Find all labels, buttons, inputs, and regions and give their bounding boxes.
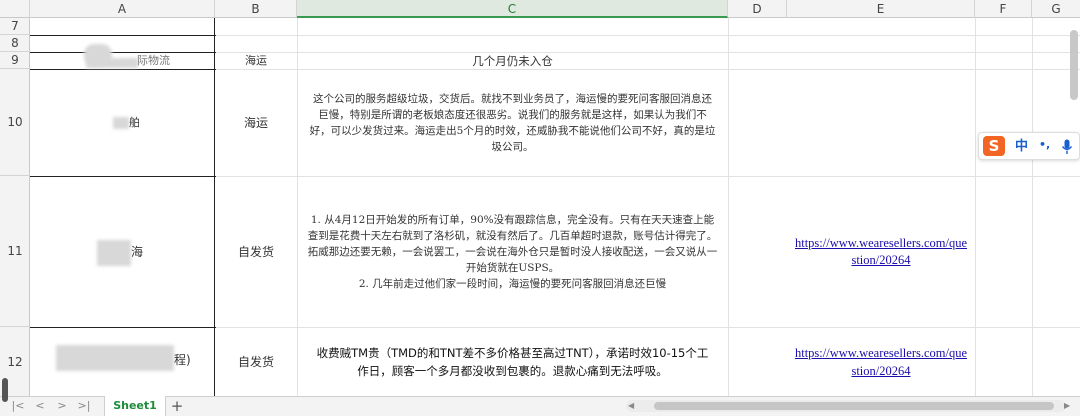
column-header-c[interactable]: C	[297, 0, 728, 18]
row-header-8[interactable]: 8	[0, 35, 30, 52]
prev-sheet-button[interactable]: <	[32, 399, 48, 413]
cell-c9[interactable]: 几个月仍未入仓	[297, 52, 728, 69]
cell-e12-link[interactable]: https://www.wearesellers.com/question/20…	[787, 327, 975, 396]
select-all-corner[interactable]	[0, 0, 30, 18]
cell-a9[interactable]: 际物流	[137, 52, 215, 69]
cell-b10[interactable]: 海运	[215, 69, 297, 176]
mic-icon[interactable]	[1061, 139, 1073, 155]
cell-c10[interactable]: 这个公司的服务超级垃圾，交货后。就找不到业务员了，海运慢的要死问客服回消息还巨慢…	[297, 69, 728, 176]
scroll-left-arrow-icon[interactable]: ◀	[628, 400, 638, 412]
cell-a11[interactable]: 海	[131, 243, 171, 261]
left-scroll-indicator[interactable]	[2, 378, 8, 402]
cell-c11-line-2: 2. 几年前走过他们家一段时间，海运慢的要死问客服回消息还巨慢	[358, 277, 667, 290]
cell-e11-link[interactable]: https://www.wearesellers.com/question/20…	[787, 176, 975, 327]
horizontal-scrollbar-thumb[interactable]	[654, 402, 1054, 410]
cell-a12[interactable]: 程)	[174, 351, 214, 369]
last-sheet-button[interactable]: >|	[76, 399, 92, 413]
column-header-f[interactable]: F	[975, 0, 1032, 18]
grid-line	[1032, 18, 1033, 396]
grid-line	[215, 35, 728, 36]
redacted-region	[56, 345, 174, 371]
sogou-logo-icon: S	[983, 136, 1005, 156]
column-header-b[interactable]: B	[215, 0, 297, 18]
cell-border	[30, 176, 216, 177]
column-header-d[interactable]: D	[728, 0, 787, 18]
redacted-region	[97, 240, 131, 266]
row-header-9[interactable]: 9	[0, 52, 30, 69]
cell-b11[interactable]: 自发货	[215, 176, 297, 327]
cell-c11[interactable]: 1. 从4月12日开始发的所有订单，90%没有跟踪信息，完全没有。只有在天天速查…	[297, 176, 728, 327]
row-header-10[interactable]: 10	[0, 69, 30, 176]
redacted-region	[113, 117, 129, 129]
ime-punct-toggle[interactable]: •,	[1039, 135, 1055, 155]
sheet-tab-sheet1[interactable]: Sheet1	[104, 396, 166, 416]
grid-line	[728, 18, 729, 396]
redacted-region	[86, 58, 138, 68]
column-header-a[interactable]: A	[30, 0, 215, 18]
grid-line	[728, 69, 1080, 70]
cell-c11-line-1: 1. 从4月12日开始发的所有订单，90%没有跟踪信息，完全没有。只有在天天速查…	[307, 213, 718, 274]
grid-line	[728, 52, 1080, 53]
cell-b9[interactable]: 海运	[215, 52, 297, 69]
scroll-right-arrow-icon[interactable]: ▶	[1064, 400, 1074, 412]
grid-line	[728, 35, 1080, 36]
vertical-scrollbar-thumb[interactable]	[1070, 30, 1078, 100]
row-header-7[interactable]: 7	[0, 18, 30, 35]
cell-b12[interactable]: 自发货	[215, 327, 297, 396]
column-header-e[interactable]: E	[787, 0, 975, 18]
cell-border	[30, 35, 216, 36]
first-sheet-button[interactable]: |<	[10, 399, 26, 413]
row-header-11[interactable]: 11	[0, 176, 30, 327]
cell-a10[interactable]: 舶	[129, 115, 159, 131]
grid-line	[975, 18, 976, 396]
ime-lang-toggle[interactable]: 中	[1015, 137, 1033, 157]
next-sheet-button[interactable]: >	[54, 399, 70, 413]
cell-c12[interactable]: 收费贼TM贵（TMD的和TNT差不多价格甚至高过TNT），承诺时效10-15个工…	[297, 327, 728, 396]
add-sheet-button[interactable]: +	[168, 396, 186, 416]
cell-border	[30, 327, 216, 328]
ime-toolbar[interactable]: S 中 •,	[978, 132, 1080, 160]
column-header-g[interactable]: G	[1032, 0, 1080, 18]
cell-border	[30, 69, 216, 70]
